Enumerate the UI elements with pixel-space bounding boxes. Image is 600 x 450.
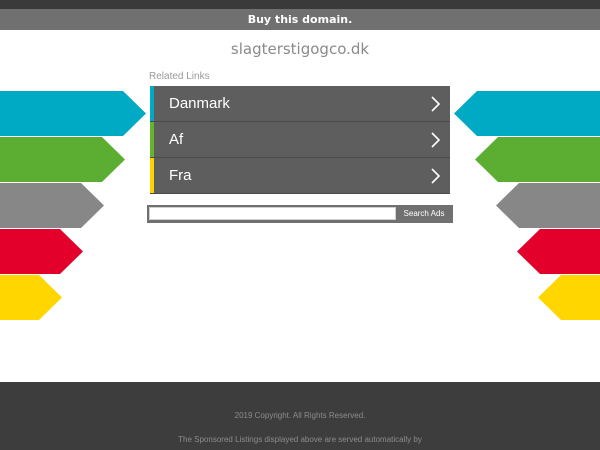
chevron-right-icon[interactable] xyxy=(428,167,442,185)
related-link-fra[interactable]: Fra xyxy=(150,158,450,194)
left-arrow-yellow xyxy=(0,275,62,320)
chevron-right-icon[interactable] xyxy=(428,95,442,113)
related-link-label[interactable]: Af xyxy=(169,122,183,157)
top-strip xyxy=(0,0,600,9)
link-accent-bar xyxy=(150,86,154,121)
link-accent-bar xyxy=(150,158,154,193)
buy-domain-label[interactable]: Buy this domain. xyxy=(248,13,353,26)
related-links-list: Danmark Af Fra xyxy=(150,86,450,194)
right-arrow-green xyxy=(475,137,600,182)
related-link-label[interactable]: Danmark xyxy=(169,86,230,121)
footer-copyright: 2019 Copyright. All Rights Reserved. xyxy=(234,411,366,420)
right-arrow-gray xyxy=(496,183,600,228)
left-arrow-green xyxy=(0,137,125,182)
right-arrow-yellow xyxy=(538,275,600,320)
left-arrow-cyan xyxy=(0,91,146,136)
footer: 2019 Copyright. All Rights Reserved. The… xyxy=(0,382,600,450)
left-arrow-red xyxy=(0,229,83,274)
left-arrow-gray xyxy=(0,183,104,228)
right-arrow-cyan xyxy=(454,91,600,136)
right-arrow-red xyxy=(517,229,600,274)
link-accent-bar xyxy=(150,122,154,157)
related-link-af[interactable]: Af xyxy=(150,122,450,158)
buy-domain-banner[interactable]: Buy this domain. xyxy=(0,9,600,30)
search-ads-button[interactable]: Search Ads xyxy=(395,205,453,223)
related-link-label[interactable]: Fra xyxy=(169,158,192,193)
chevron-right-icon[interactable] xyxy=(428,131,442,149)
related-links-title: Related Links xyxy=(149,71,210,82)
search-box: Search Ads xyxy=(147,205,453,223)
domain-title: slagterstigogco.dk xyxy=(230,40,370,58)
search-input[interactable] xyxy=(149,207,396,220)
related-link-danmark[interactable]: Danmark xyxy=(150,86,450,122)
footer-disclaimer: The Sponsored Listings displayed above a… xyxy=(178,435,422,444)
